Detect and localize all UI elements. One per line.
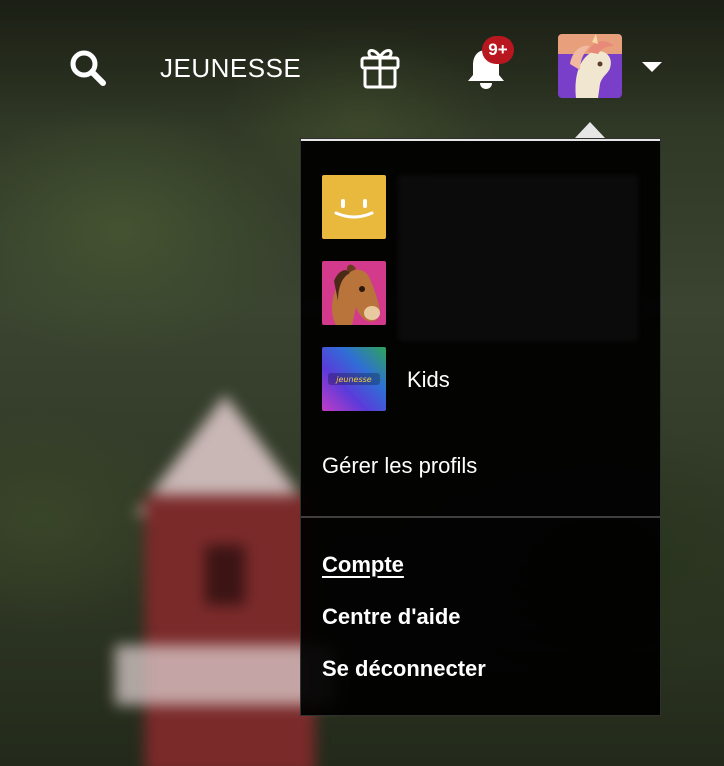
redacted-profile-names	[398, 175, 638, 341]
help-center-link[interactable]: Centre d'aide	[322, 604, 461, 630]
profile-name-kids: Kids	[407, 367, 450, 392]
yellow-smiley-avatar	[322, 175, 386, 239]
nav-link-jeunesse[interactable]: JEUNESSE	[160, 53, 301, 84]
kids-jeunesse-avatar: jeunesse	[322, 347, 386, 411]
account-link[interactable]: Compte	[322, 552, 404, 578]
profile-item-kids[interactable]: jeunesse Kids	[322, 347, 642, 411]
menu-divider	[301, 516, 660, 518]
sign-out-link[interactable]: Se déconnecter	[322, 656, 486, 682]
horse-avatar	[322, 261, 386, 325]
menu-pointer-arrow	[575, 122, 605, 138]
caret-down-icon[interactable]	[640, 60, 664, 74]
svg-text:jeunesse: jeunesse	[335, 375, 372, 384]
gift-icon[interactable]	[358, 44, 402, 90]
account-dropdown-menu: jeunesse Kids Gérer les profils Compte C…	[300, 138, 661, 716]
notification-badge: 9+	[482, 36, 514, 64]
search-icon[interactable]	[68, 48, 108, 88]
current-profile-avatar[interactable]	[558, 34, 622, 98]
top-navigation: JEUNESSE 9+	[0, 0, 724, 130]
manage-profiles-link[interactable]: Gérer les profils	[322, 453, 477, 479]
menu-top-border	[301, 139, 660, 141]
